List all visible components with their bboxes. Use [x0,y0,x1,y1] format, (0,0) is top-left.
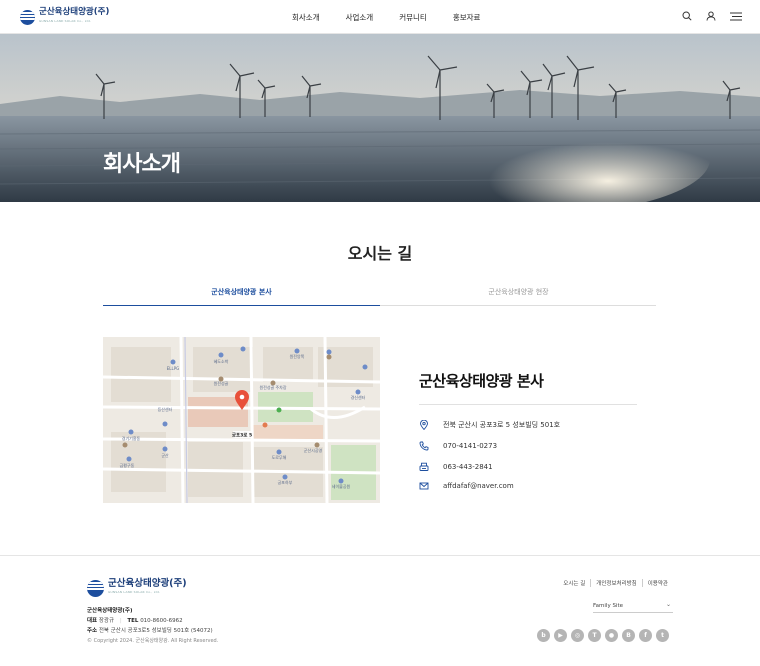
hero-title: 회사소개 [103,152,181,177]
youtube-icon[interactable]: ▶ [554,629,567,642]
copyright: © Copyright 2024. 군산육상태양광. All Right Res… [87,638,219,644]
tel-value: 010-8600-6962 [140,618,183,624]
fax-row: 063-443-2841 [419,462,493,472]
email-text[interactable]: affdafaf@naver.com [443,482,514,490]
location-icon [420,420,428,430]
chevron-down-icon: ⌄ [665,601,671,608]
nav-item-community[interactable]: 커뮤니티 [399,12,427,23]
map-label: ELLPG [167,366,180,371]
footer-link-terms[interactable]: 이용약관 [641,579,673,587]
fax-text: 063-443-2841 [443,463,493,471]
fax-icon [419,462,429,471]
band-icon[interactable]: B [622,629,635,642]
site-logo[interactable]: 군산육상태양광(주) GUNSAN LAND SOLAR Co., Ltd. [20,8,109,26]
phone-row: 070-4141-0273 [419,441,497,451]
footer-logo[interactable]: 군산육상태양광(주) GUNSAN LAND SOLAR Co., Ltd. [87,579,187,597]
nav-item-company[interactable]: 회사소개 [292,12,320,23]
tel-label: TEL [127,618,139,624]
section-title: 오시는 길 [347,244,413,263]
office-info: 군산육상태양광 본사 전북 군산시 공포3로 5 성보빌딩 501호 070-4… [419,370,637,490]
search-icon[interactable] [682,11,692,21]
family-site-label: Family Site [593,603,624,609]
map-label: 군산 [161,452,169,458]
rep-label: 대표 [87,618,98,624]
map-label: 군산시공영 [304,447,323,453]
menu-icon[interactable] [730,12,742,21]
family-site-select[interactable]: Family Site ⌄ [593,601,673,613]
map-label: 금평구동 [120,462,135,468]
footer-link-privacy[interactable]: 개인정보처리방침 [590,579,641,587]
map-pin-label: 궁포3로 5 [232,432,252,439]
map-label: 궁포하부 [278,479,293,485]
hero-banner: 회사소개 [0,34,760,202]
footer-addr-line: 주소 전북 군산시 공포3로5 성보빌딩 501호 (54072) [87,626,213,634]
mail-icon [419,482,429,490]
rep-name: 장광규 [98,618,115,624]
map-label: 원전성골 주차장 [259,384,286,390]
nav-item-pr[interactable]: 홍보자료 [453,12,481,23]
logo-mark-icon [20,9,35,25]
footer-links: 오시는 길 개인정보처리방침 이용약관 [558,579,673,587]
email-row: affdafaf@naver.com [419,481,514,491]
logo-text: 군산육상태양광(주) [39,7,110,17]
facebook-icon[interactable]: f [639,629,652,642]
office-title: 군산육상태양광 본사 [419,372,544,390]
site-header: 군산육상태양광(주) GUNSAN LAND SOLAR Co., Ltd. 회… [0,0,760,34]
logo-mark-icon [87,579,104,597]
phone-text: 070-4141-0273 [443,442,498,450]
map-label: 원전성골 [214,380,229,386]
map-label: 혜도소박 [214,358,229,364]
divider [419,404,637,405]
map-label: 도로무해 [272,454,287,460]
map-label: 등산센터 [158,406,173,412]
map-label: 원전앙쪽 [290,353,305,359]
instagram-icon[interactable]: ◎ [571,629,584,642]
user-icon[interactable] [706,11,716,21]
map-label: 경기기흥동 [122,435,141,441]
footer-link-location[interactable]: 오시는 길 [558,579,590,587]
nav-item-business[interactable]: 사업소개 [346,12,374,23]
location-tabs: 군산육상태양광 본사 군산육상태양광 현장 [103,284,656,306]
footer-rep-line: 대표 장광규 | TEL 010-8600-6962 [87,618,183,624]
addr-value: 전북 군산시 공포3로5 성보빌딩 501호 (54072) [98,628,213,634]
address-text: 전북 군산시 공포3로 5 성보빌딩 501호 [443,421,561,429]
logo-subtext: GUNSAN LAND SOLAR Co., Ltd. [39,19,92,23]
map-image: ELLPG 등산센터 원전성골 원전성골 주차장 금평구동 군산 경기기흥동 궁… [103,337,380,503]
tab-headquarters[interactable]: 군산육상태양광 본사 [103,284,380,306]
phone-icon [419,441,429,451]
site-footer: 군산육상태양광(주) GUNSAN LAND SOLAR Co., Ltd. 군… [0,555,760,666]
footer-company: 군산육상태양광(주) [87,608,133,614]
footer-logo-subtext: GUNSAN LAND SOLAR Co., Ltd. [108,590,161,594]
thread-icon[interactable]: T [588,629,601,642]
map-label: 경신센터 [351,394,366,400]
addr-label: 주소 [87,628,98,634]
twitter-icon[interactable]: t [656,629,669,642]
address-row: 전북 군산시 공포3로 5 성보빌딩 501호 [419,420,560,430]
sns-links: b ▶ ◎ T ● B f t [537,629,669,642]
blog-icon[interactable]: b [537,629,550,642]
location-map[interactable]: ELLPG 등산센터 원전성골 원전성골 주차장 금평구동 군산 경기기흥동 궁… [103,337,380,503]
main-nav: 회사소개 사업소개 커뮤니티 홍보자료 [292,12,480,23]
tab-site[interactable]: 군산육상태양광 현장 [380,284,657,306]
talk-icon[interactable]: ● [605,629,618,642]
map-label: 세이블공원 [332,483,351,489]
header-icons [682,11,742,21]
